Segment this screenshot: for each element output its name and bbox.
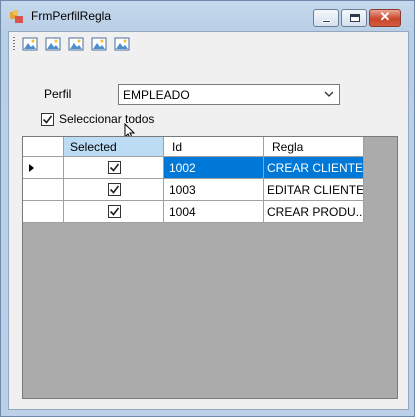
table-cell-id[interactable]: 1003: [164, 179, 264, 201]
maximize-button[interactable]: [341, 9, 367, 27]
perfil-combobox-value: EMPLEADO: [123, 88, 190, 102]
minimize-button[interactable]: [313, 9, 339, 27]
row-checkbox[interactable]: [108, 205, 121, 218]
image-icon[interactable]: [91, 36, 107, 52]
table-cell-regla[interactable]: CREAR CLIENTE: [264, 157, 364, 179]
row-header[interactable]: [23, 201, 64, 223]
form-client-area: Perfil EMPLEADO Seleccionar todos Select…: [8, 31, 409, 410]
row-checkbox[interactable]: [108, 161, 121, 174]
app-icon: [10, 10, 23, 23]
table-cell-id[interactable]: 1002: [164, 157, 264, 179]
checkmark-icon: [109, 185, 120, 194]
checkmark-icon: [109, 163, 120, 172]
chevron-down-icon[interactable]: [324, 89, 334, 99]
close-icon: ✕: [379, 9, 391, 24]
grid-corner-header[interactable]: [23, 137, 64, 157]
current-row-icon: [29, 164, 34, 172]
row-header[interactable]: [23, 157, 64, 179]
perfil-label: Perfil: [44, 87, 72, 101]
table-row-selected-cell[interactable]: [64, 157, 164, 179]
table-cell-regla[interactable]: EDITAR CLIENTE: [264, 179, 364, 201]
toolbar: [9, 32, 408, 56]
image-icon[interactable]: [68, 36, 84, 52]
close-button[interactable]: ✕: [369, 9, 401, 27]
image-icon[interactable]: [22, 36, 38, 52]
image-icon[interactable]: [45, 36, 61, 52]
row-checkbox[interactable]: [108, 183, 121, 196]
table-cell-id[interactable]: 1004: [164, 201, 264, 223]
checkmark-icon: [109, 207, 120, 216]
select-all-label[interactable]: Seleccionar todos: [59, 112, 154, 126]
perfil-combobox[interactable]: EMPLEADO: [118, 84, 340, 105]
column-header-selected[interactable]: Selected: [64, 137, 164, 157]
main-window: FrmPerfilRegla ✕ Perfil EMPLEADO Selecci…: [0, 0, 415, 417]
window-title: FrmPerfilRegla: [31, 9, 112, 23]
rules-datagrid[interactable]: Selected Id Regla 1002 CREAR CLIENTE 100…: [22, 136, 398, 399]
table-row-selected-cell[interactable]: [64, 201, 164, 223]
select-all-checkbox[interactable]: [41, 113, 54, 126]
column-header-id[interactable]: Id: [164, 137, 264, 157]
column-header-regla[interactable]: Regla: [264, 137, 364, 157]
row-header[interactable]: [23, 179, 64, 201]
table-cell-regla[interactable]: CREAR PRODU...: [264, 201, 364, 223]
title-bar[interactable]: FrmPerfilRegla ✕: [1, 1, 414, 31]
table-row-selected-cell[interactable]: [64, 179, 164, 201]
image-icon[interactable]: [114, 36, 130, 52]
toolbar-grip[interactable]: [13, 37, 15, 51]
checkmark-icon: [42, 115, 53, 124]
